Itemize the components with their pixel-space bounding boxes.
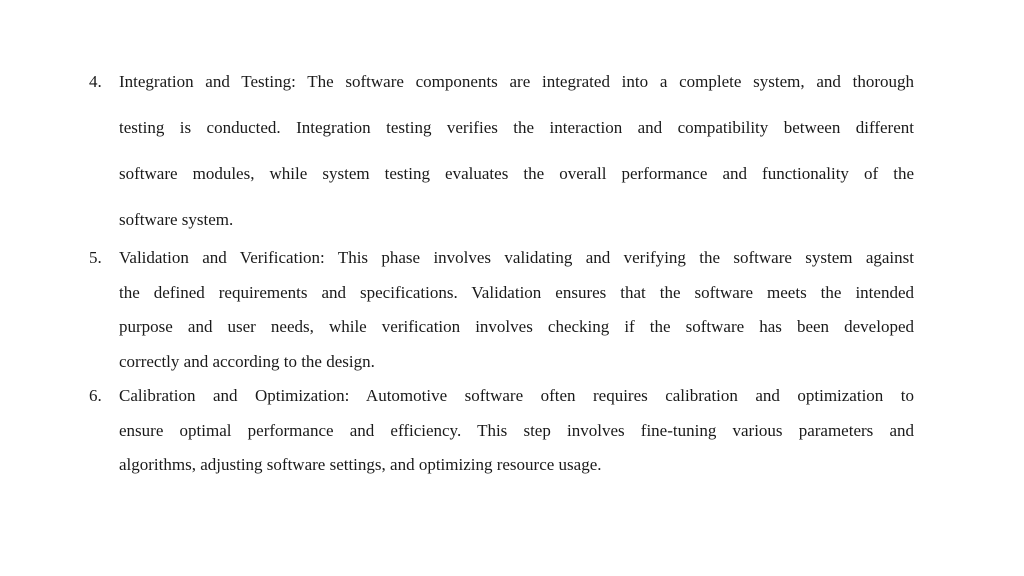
list-item-number: 5.	[89, 248, 102, 267]
list-item-number: 4.	[89, 72, 102, 91]
list-item-line: software system.	[119, 210, 234, 229]
list-item-line: Validation and Verification: This phase …	[119, 248, 914, 267]
list-item-line: testing is conducted. Integration testin…	[119, 118, 914, 137]
list-item-line: software modules, while system testing e…	[119, 164, 914, 183]
list-item-line: ensure optimal performance and efficienc…	[119, 421, 914, 440]
list-item-line: algorithms, adjusting software settings,…	[119, 455, 602, 474]
list-item-line: correctly and according to the design.	[119, 352, 375, 371]
list-item-line: Integration and Testing: The software co…	[119, 72, 914, 91]
list-item-line: Calibration and Optimization: Automotive…	[119, 386, 914, 405]
list-item-number: 6.	[89, 386, 102, 405]
list-item-line: purpose and user needs, while verificati…	[119, 317, 914, 336]
list-item-line: the defined requirements and specificati…	[119, 283, 914, 302]
